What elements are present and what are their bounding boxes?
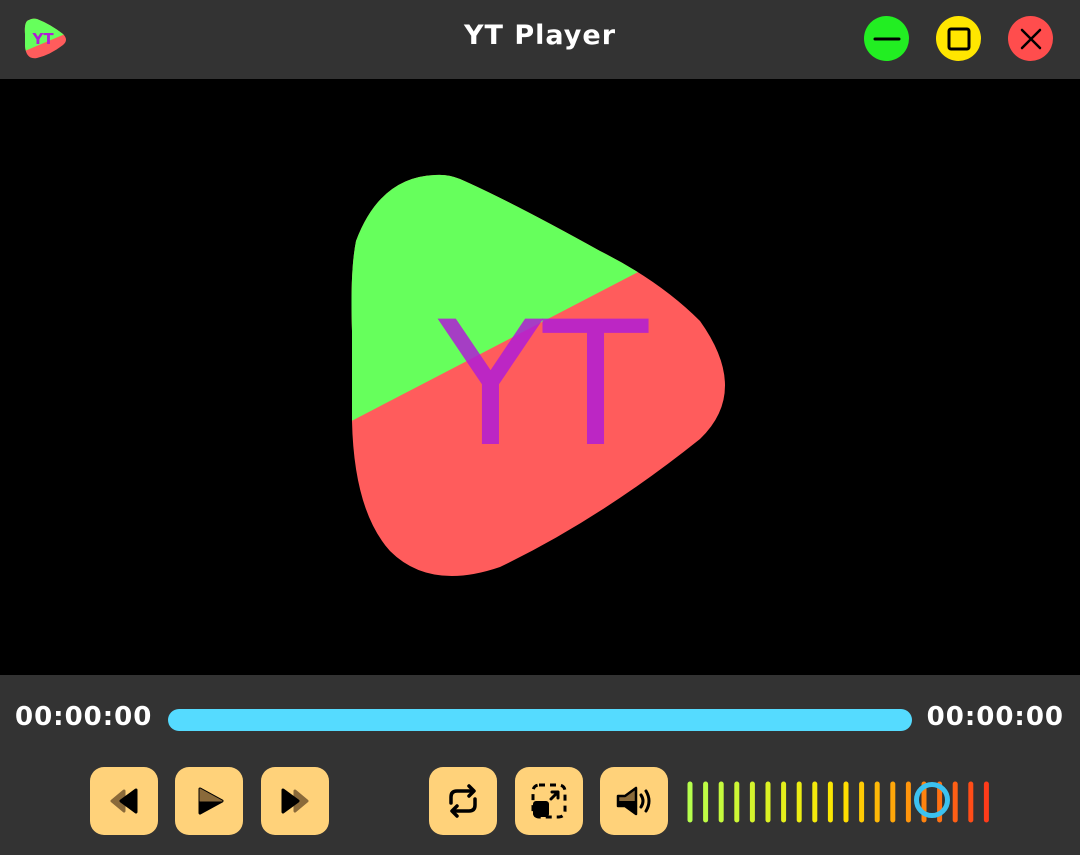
fast-forward-button[interactable]	[261, 767, 329, 835]
play-icon	[198, 787, 224, 815]
minimize-button[interactable]	[864, 16, 909, 61]
timeline: 00:00:00 00:00:00	[0, 690, 1080, 750]
fullscreen-button[interactable]	[515, 767, 583, 835]
fullscreen-icon	[531, 783, 567, 819]
total-time: 00:00:00	[926, 702, 1064, 732]
yt-player-logo-large: YT	[351, 174, 725, 576]
play-button[interactable]	[175, 767, 243, 835]
current-time: 00:00:00	[15, 702, 153, 732]
title-bar: YT YT Player	[0, 0, 1080, 79]
repeat-button[interactable]	[429, 767, 497, 835]
speaker-icon	[616, 786, 651, 816]
rewind-icon	[110, 788, 138, 814]
fast-forward-icon	[281, 788, 309, 814]
close-button[interactable]	[1008, 16, 1053, 61]
maximize-button[interactable]	[936, 16, 981, 61]
square-icon	[947, 27, 970, 50]
rewind-button[interactable]	[90, 767, 158, 835]
volume-button[interactable]	[600, 767, 668, 835]
close-icon	[1020, 28, 1041, 49]
volume-slider[interactable]	[684, 778, 1004, 826]
progress-bar[interactable]	[168, 709, 912, 731]
video-area[interactable]: YT	[0, 79, 1080, 675]
minus-icon	[873, 37, 900, 40]
volume-slider-handle[interactable]	[914, 782, 951, 818]
volume-level-bars	[687, 781, 989, 823]
video-logo-text: YT	[437, 284, 649, 485]
window-title: YT Player	[463, 20, 617, 51]
repeat-icon	[449, 784, 477, 818]
